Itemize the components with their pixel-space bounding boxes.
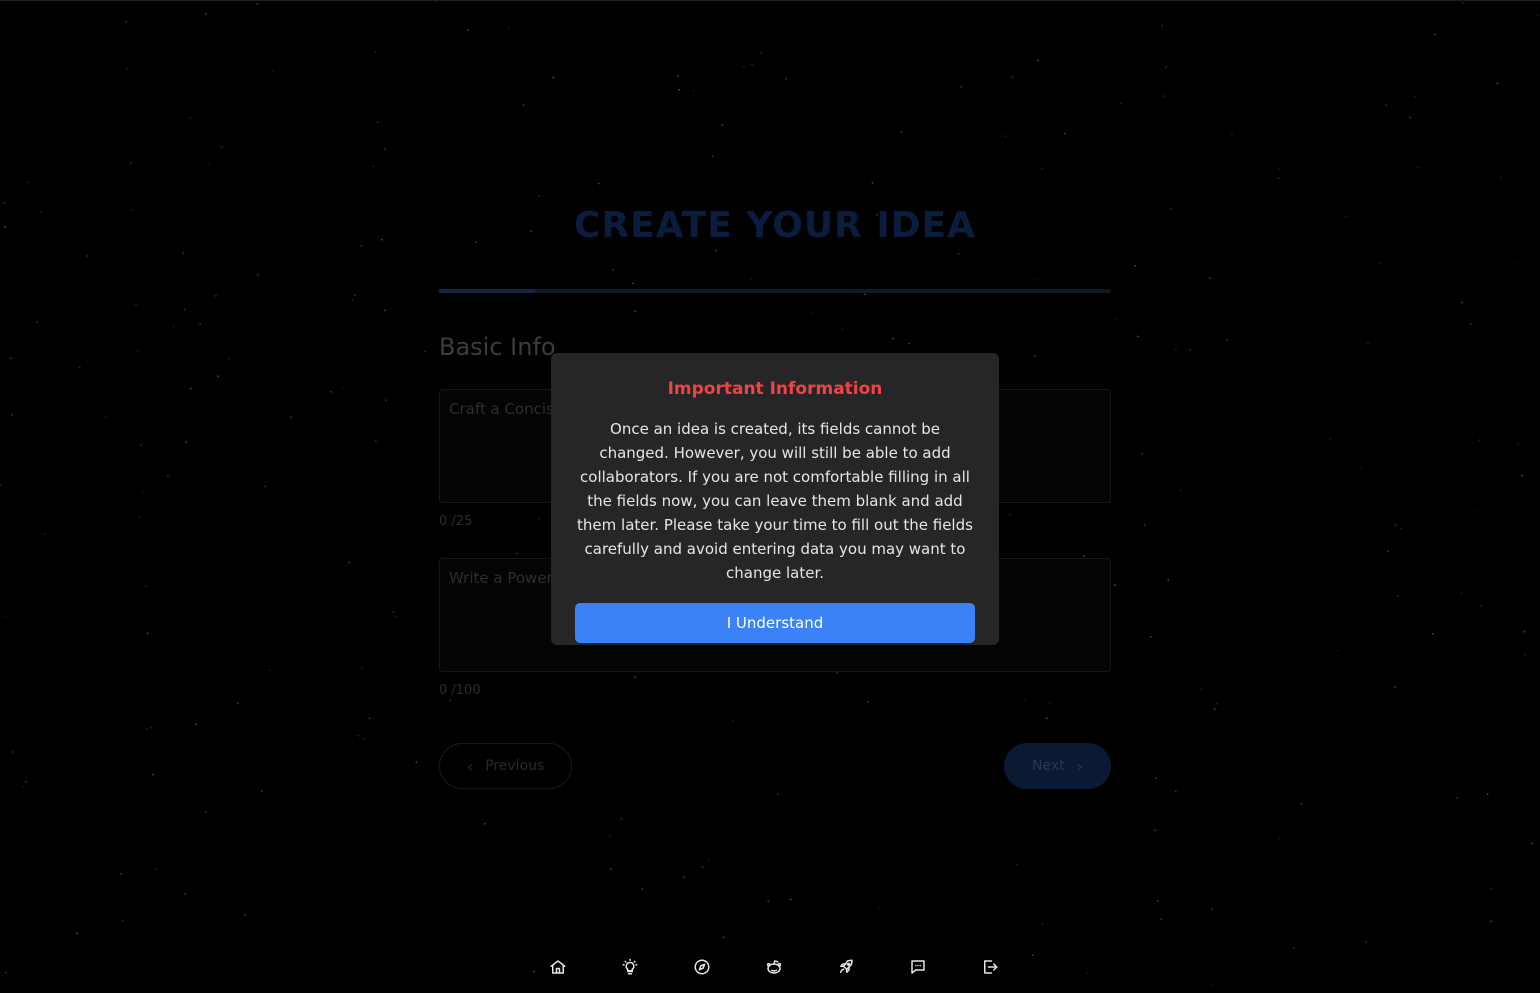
logout-icon [984, 960, 998, 974]
home-icon [550, 960, 566, 974]
modal-body: Once an idea is created, its fields cann… [577, 420, 973, 582]
nav-logout[interactable] [979, 956, 1001, 978]
previous-button[interactable]: ‹ Previous [439, 743, 572, 789]
idea-title-placeholder: Craft a Concise [449, 400, 564, 418]
i-understand-button[interactable]: I Understand [575, 603, 975, 643]
page-title: CREATE YOUR IDEA [573, 205, 977, 246]
page: CREATE YOUR IDEA Basic Info Craft a Conc… [0, 0, 1540, 993]
nav-explore[interactable] [691, 956, 713, 978]
idea-description-counter: 0 /100 [439, 683, 481, 698]
chat-icon [911, 960, 925, 974]
idea-title-counter: 0 /25 [439, 514, 473, 529]
rocket-icon [840, 959, 853, 973]
nav-launch[interactable] [835, 956, 857, 978]
idea-description-placeholder: Write a Power [449, 569, 553, 587]
compass-icon [694, 959, 710, 975]
progress-bar [439, 289, 1111, 293]
nav-reddit[interactable] [763, 956, 785, 978]
lightbulb-icon [622, 958, 638, 975]
reddit-icon [766, 960, 782, 974]
progress-fill [439, 289, 536, 293]
bottom-nav [547, 956, 1003, 978]
nav-home[interactable] [547, 956, 569, 978]
next-button[interactable]: Next › [1004, 743, 1111, 789]
section-title: Basic Info [439, 333, 556, 361]
previous-label: Previous [485, 758, 545, 774]
important-info-modal: Important Information Once an idea is cr… [551, 353, 999, 645]
modal-title: Important Information [667, 379, 883, 399]
chevron-left-icon: ‹ [466, 756, 474, 776]
next-label: Next [1031, 758, 1065, 774]
nav-ideas[interactable] [619, 956, 641, 978]
nav-feedback[interactable] [907, 956, 929, 978]
chevron-right-icon: › [1076, 756, 1084, 776]
